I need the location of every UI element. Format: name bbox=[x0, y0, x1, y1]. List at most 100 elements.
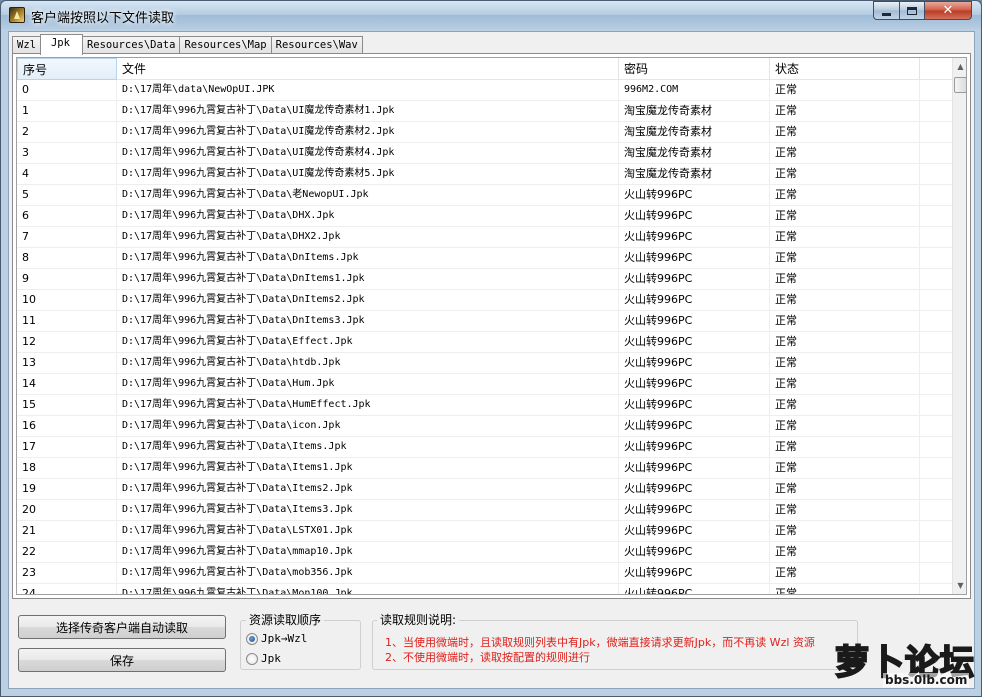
radio-button[interactable] bbox=[246, 652, 258, 665]
table-row[interactable]: 6 D:\17周年\996九霄复古补丁\Data\DHX.Jpk 火山转996PC 正… bbox=[17, 206, 952, 227]
cell-password: 火山转996PC bbox=[619, 458, 770, 478]
cell-file: D:\17周年\996九霄复古补丁\Data\DnItems1.Jpk bbox=[117, 269, 619, 289]
cell-file: D:\17周年\996九霄复古补丁\Data\UI魔龙传奇素材2.Jpk bbox=[117, 122, 619, 142]
cell-file: D:\17周年\996九霄复古补丁\Data\老NewopUI.Jpk bbox=[117, 185, 619, 205]
table-row[interactable]: 18 D:\17周年\996九霄复古补丁\Data\Items1.Jpk 火山转99… bbox=[17, 458, 952, 479]
table-row[interactable]: 3 D:\17周年\996九霄复古补丁\Data\UI魔龙传奇素材4.Jpk 淘宝魔… bbox=[17, 143, 952, 164]
cell-password: 火山转996PC bbox=[619, 311, 770, 331]
cell-status: 正常 bbox=[770, 437, 920, 457]
cell-status: 正常 bbox=[770, 227, 920, 247]
tab-resources-wav[interactable]: Resources\Wav bbox=[270, 36, 363, 54]
table-row[interactable]: 14 D:\17周年\996九霄复古补丁\Data\Hum.Jpk 火山转996PC… bbox=[17, 374, 952, 395]
table-row[interactable]: 24 D:\17周年\996九霄复古补丁\Data\Mon100.Jpk 火山转99… bbox=[17, 584, 952, 594]
scroll-down-icon[interactable]: ▼ bbox=[953, 577, 966, 594]
cell-file: D:\17周年\996九霄复古补丁\Data\DnItems.Jpk bbox=[117, 248, 619, 268]
maximize-button[interactable] bbox=[899, 1, 925, 20]
table-row[interactable]: 1 D:\17周年\996九霄复古补丁\Data\UI魔龙传奇素材1.Jpk 淘宝魔… bbox=[17, 101, 952, 122]
vertical-scrollbar[interactable]: ▲ ▼ bbox=[952, 58, 966, 594]
table-row[interactable]: 23 D:\17周年\996九霄复古补丁\Data\mob356.Jpk 火山转99… bbox=[17, 563, 952, 584]
app-window: 客户端按照以下文件读取 ✕ Wzl Jpk Resources\Data Res… bbox=[0, 0, 982, 697]
table-row[interactable]: 0 D:\17周年\data\NewOpUI.JPK 996M2.COM 正常 bbox=[17, 80, 952, 101]
cell-index: 10 bbox=[17, 290, 117, 310]
table-row[interactable]: 19 D:\17周年\996九霄复古补丁\Data\Items2.Jpk 火山转99… bbox=[17, 479, 952, 500]
table-row[interactable]: 7 D:\17周年\996九霄复古补丁\Data\DHX2.Jpk 火山转996PC… bbox=[17, 227, 952, 248]
cell-index: 15 bbox=[17, 395, 117, 415]
cell-filler bbox=[920, 353, 952, 373]
radio-jpk-wzl[interactable]: Jpk→Wzl bbox=[246, 632, 307, 645]
cell-index: 3 bbox=[17, 143, 117, 163]
radio-button-checked[interactable] bbox=[246, 632, 258, 645]
table-row[interactable]: 8 D:\17周年\996九霄复古补丁\Data\DnItems.Jpk 火山转99… bbox=[17, 248, 952, 269]
column-header-file[interactable]: 文件 bbox=[117, 58, 619, 80]
tab-resources-map[interactable]: Resources\Map bbox=[179, 36, 272, 54]
close-button[interactable]: ✕ bbox=[924, 1, 972, 20]
rules-title: 读取规则说明: bbox=[377, 611, 460, 628]
cell-index: 18 bbox=[17, 458, 117, 478]
cell-status: 正常 bbox=[770, 143, 920, 163]
table-row[interactable]: 22 D:\17周年\996九霄复古补丁\Data\mmap10.Jpk 火山转99… bbox=[17, 542, 952, 563]
cell-filler bbox=[920, 80, 952, 100]
table-row[interactable]: 17 D:\17周年\996九霄复古补丁\Data\Items.Jpk 火山转996… bbox=[17, 437, 952, 458]
cell-status: 正常 bbox=[770, 500, 920, 520]
table-row[interactable]: 10 D:\17周年\996九霄复古补丁\Data\DnItems2.Jpk 火山转… bbox=[17, 290, 952, 311]
table-header: 序号 文件 密码 状态 bbox=[17, 58, 952, 80]
table-row[interactable]: 12 D:\17周年\996九霄复古补丁\Data\Effect.Jpk 火山转99… bbox=[17, 332, 952, 353]
rule-line-1: 1、当使用微端时，且读取规则列表中有Jpk，微端直接请求更新Jpk，而不再读 W… bbox=[385, 636, 815, 649]
cell-status: 正常 bbox=[770, 122, 920, 142]
table-row[interactable]: 9 D:\17周年\996九霄复古补丁\Data\DnItems1.Jpk 火山转9… bbox=[17, 269, 952, 290]
cell-password: 淘宝魔龙传奇素材 bbox=[619, 101, 770, 121]
table-body: 0 D:\17周年\data\NewOpUI.JPK 996M2.COM 正常 1 D:\… bbox=[17, 80, 952, 594]
table-row[interactable]: 4 D:\17周年\996九霄复古补丁\Data\UI魔龙传奇素材5.Jpk 淘宝魔… bbox=[17, 164, 952, 185]
tab-wzl[interactable]: Wzl bbox=[12, 36, 41, 54]
cell-status: 正常 bbox=[770, 584, 920, 594]
table-row[interactable]: 11 D:\17周年\996九霄复古补丁\Data\DnItems3.Jpk 火山转… bbox=[17, 311, 952, 332]
title-bar[interactable]: 客户端按照以下文件读取 ✕ bbox=[1, 1, 981, 29]
cell-status: 正常 bbox=[770, 290, 920, 310]
cell-status: 正常 bbox=[770, 164, 920, 184]
client-area: Wzl Jpk Resources\Data Resources\Map Res… bbox=[8, 31, 975, 689]
radio-jpk[interactable]: Jpk bbox=[246, 652, 281, 665]
column-header-status[interactable]: 状态 bbox=[770, 58, 920, 80]
cell-status: 正常 bbox=[770, 479, 920, 499]
cell-status: 正常 bbox=[770, 374, 920, 394]
cell-filler bbox=[920, 584, 952, 594]
table-row[interactable]: 2 D:\17周年\996九霄复古补丁\Data\UI魔龙传奇素材2.Jpk 淘宝魔… bbox=[17, 122, 952, 143]
table-row[interactable]: 5 D:\17周年\996九霄复古补丁\Data\老NewopUI.Jpk 火山转9… bbox=[17, 185, 952, 206]
scroll-thumb[interactable] bbox=[954, 77, 966, 93]
cell-password: 淘宝魔龙传奇素材 bbox=[619, 143, 770, 163]
cell-status: 正常 bbox=[770, 458, 920, 478]
read-order-group: 资源读取顺序 Jpk→Wzl Jpk bbox=[240, 611, 361, 670]
cell-filler bbox=[920, 479, 952, 499]
minimize-button[interactable] bbox=[873, 1, 900, 20]
file-list[interactable]: 序号 文件 密码 状态 0 D:\17周年\data\NewOpUI.JPK 996… bbox=[16, 57, 967, 595]
cell-status: 正常 bbox=[770, 563, 920, 583]
cell-password: 火山转996PC bbox=[619, 248, 770, 268]
cell-status: 正常 bbox=[770, 311, 920, 331]
cell-file: D:\17周年\996九霄复古补丁\Data\DHX.Jpk bbox=[117, 206, 619, 226]
cell-password: 淘宝魔龙传奇素材 bbox=[619, 164, 770, 184]
cell-index: 23 bbox=[17, 563, 117, 583]
table-row[interactable]: 15 D:\17周年\996九霄复古补丁\Data\HumEffect.Jpk 火山… bbox=[17, 395, 952, 416]
table-row[interactable]: 20 D:\17周年\996九霄复古补丁\Data\Items3.Jpk 火山转99… bbox=[17, 500, 952, 521]
table-row[interactable]: 13 D:\17周年\996九霄复古补丁\Data\htdb.Jpk 火山转996P… bbox=[17, 353, 952, 374]
radio-label: Jpk→Wzl bbox=[261, 632, 308, 645]
forum-watermark-logo: 萝卜论坛 bbs.0lb.com bbox=[831, 633, 976, 691]
tab-strip: Wzl Jpk Resources\Data Resources\Map Res… bbox=[12, 34, 363, 55]
cell-index: 16 bbox=[17, 416, 117, 436]
table-row[interactable]: 21 D:\17周年\996九霄复古补丁\Data\LSTX01.Jpk 火山转99… bbox=[17, 521, 952, 542]
cell-file: D:\17周年\996九霄复古补丁\Data\LSTX01.Jpk bbox=[117, 521, 619, 541]
tab-jpk[interactable]: Jpk bbox=[39, 34, 83, 55]
column-header-index[interactable]: 序号 bbox=[17, 58, 117, 80]
cell-filler bbox=[920, 395, 952, 415]
auto-read-button[interactable]: 选择传奇客户端自动读取 bbox=[18, 615, 226, 639]
cell-status: 正常 bbox=[770, 269, 920, 289]
cell-filler bbox=[920, 122, 952, 142]
cell-filler bbox=[920, 290, 952, 310]
scroll-up-icon[interactable]: ▲ bbox=[953, 58, 966, 75]
cell-index: 21 bbox=[17, 521, 117, 541]
cell-status: 正常 bbox=[770, 248, 920, 268]
column-header-password[interactable]: 密码 bbox=[619, 58, 770, 80]
tab-resources-data[interactable]: Resources\Data bbox=[81, 36, 181, 54]
table-row[interactable]: 16 D:\17周年\996九霄复古补丁\Data\icon.Jpk 火山转996P… bbox=[17, 416, 952, 437]
save-button[interactable]: 保存 bbox=[18, 648, 226, 672]
